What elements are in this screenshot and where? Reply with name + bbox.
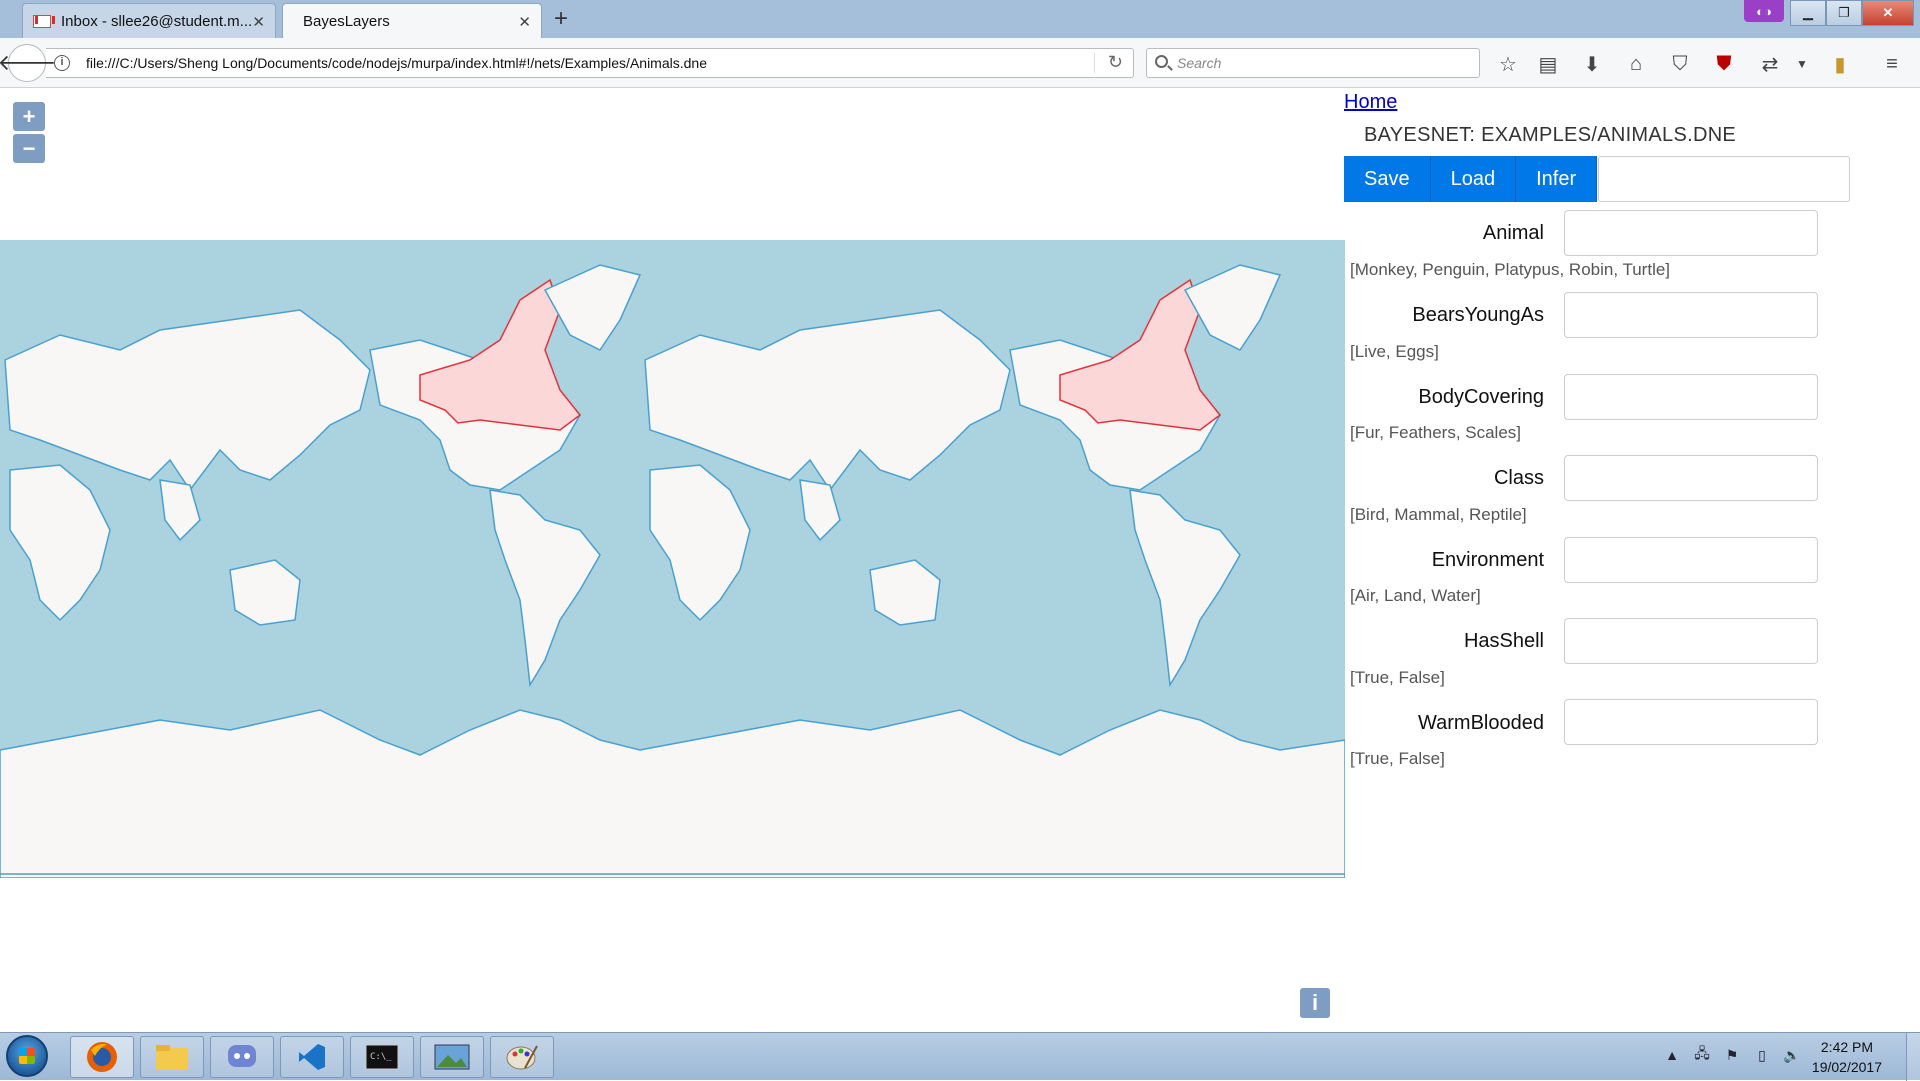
file-input[interactable]	[1598, 156, 1851, 202]
discord-icon[interactable]	[210, 1036, 274, 1078]
window-controls: ▁ ❐ ✕	[1790, 0, 1914, 26]
action-buttons: Save Load Infer	[1344, 156, 1851, 202]
clock-time: 2:42 PM	[1820, 1039, 1874, 1055]
paint-icon[interactable]	[490, 1036, 554, 1078]
page-content: + − i Home BAYESNET: EXAMPLES/ANIMALS.DN…	[0, 88, 1920, 1032]
bayesnet-panel: Home BAYESNET: EXAMPLES/ANIMALS.DNE Save…	[1344, 88, 1864, 888]
variable-input[interactable]	[1564, 699, 1818, 745]
variable-states: [Monkey, Penguin, Platypus, Robin, Turtl…	[1350, 260, 1671, 279]
vscode-icon[interactable]	[280, 1036, 344, 1078]
gmail-icon	[33, 14, 55, 28]
window-close-button[interactable]: ✕	[1862, 0, 1914, 26]
reload-icon[interactable]: ↻	[1108, 52, 1123, 73]
variable-input[interactable]	[1564, 537, 1818, 583]
search-icon	[1155, 55, 1168, 68]
minimize-button[interactable]: ▁	[1790, 0, 1826, 26]
variable-states: [True, False]	[1350, 668, 1445, 687]
variable-input[interactable]	[1564, 292, 1818, 338]
continents-copy-1	[4, 264, 642, 688]
battery-icon[interactable]: ▯	[1754, 1047, 1770, 1063]
zoom-in-button[interactable]: +	[13, 102, 45, 131]
chevron-down-icon[interactable]: ▼	[1790, 52, 1814, 76]
menu-icon[interactable]: ≡	[1880, 52, 1904, 76]
search-placeholder: Search	[1177, 55, 1222, 71]
continents-copy-2	[644, 264, 1282, 688]
url-divider	[1094, 53, 1095, 73]
tab-inbox[interactable]: Inbox - sllee26@student.m... ✕	[22, 3, 276, 38]
variable-states: [Live, Eggs]	[1350, 342, 1439, 361]
variable-label: BearsYoungAs	[1412, 304, 1544, 326]
variable-states: [True, False]	[1350, 749, 1445, 768]
save-button[interactable]: Save	[1344, 156, 1431, 202]
volume-icon[interactable]: 🔈	[1783, 1047, 1800, 1063]
tray-expand-icon[interactable]: ▲	[1664, 1047, 1680, 1063]
pocket-icon[interactable]: ⛉	[1668, 52, 1692, 76]
variable-label: BodyCovering	[1418, 386, 1544, 408]
download-icon[interactable]: ⬇	[1580, 52, 1604, 76]
map-svg	[0, 264, 1345, 878]
close-icon[interactable]: ✕	[518, 13, 531, 31]
tab-inbox-label: Inbox - sllee26@student.m...	[61, 12, 253, 30]
ublock-icon[interactable]: ⛊	[1712, 52, 1736, 76]
antarctica	[0, 709, 1345, 878]
system-clock[interactable]: 2:42 PM 19/02/2017	[1812, 1037, 1882, 1077]
back-button[interactable]: 🡐	[0, 44, 57, 82]
variable-states: [Air, Land, Water]	[1350, 586, 1481, 605]
map-info-button[interactable]: i	[1300, 988, 1330, 1018]
cmd-icon[interactable]: C:\_	[350, 1036, 414, 1078]
start-button[interactable]	[6, 1035, 48, 1077]
browser-nav-bar: i file:///C:/Users/Sheng Long/Documents/…	[0, 38, 1920, 88]
firefox-icon[interactable]	[70, 1036, 134, 1078]
extension-icon[interactable]: ▮	[1828, 52, 1852, 76]
variable-input[interactable]	[1564, 374, 1818, 420]
svg-text:C:\_: C:\_	[370, 1052, 392, 1062]
action-center-flag-icon[interactable]: ⚑	[1724, 1047, 1740, 1063]
bookmark-star-icon[interactable]: ☆	[1496, 52, 1520, 76]
variable-states: [Fur, Feathers, Scales]	[1350, 423, 1522, 442]
variable-label: Animal	[1482, 222, 1544, 244]
variable-label: HasShell	[1463, 630, 1544, 652]
home-link[interactable]: Home	[1344, 91, 1397, 114]
reading-list-icon[interactable]: ▤	[1536, 52, 1560, 76]
url-bar[interactable]: i file:///C:/Users/Sheng Long/Documents/…	[46, 48, 1134, 78]
show-desktop-button[interactable]	[1906, 1033, 1920, 1081]
variable-label: Environment	[1431, 549, 1544, 571]
url-text[interactable]: file:///C:/Users/Sheng Long/Documents/co…	[86, 55, 707, 71]
variable-input[interactable]	[1564, 618, 1818, 664]
tab-bayeslayers[interactable]: BayesLayers ✕	[282, 3, 542, 39]
variable-input[interactable]	[1564, 210, 1818, 256]
infer-button[interactable]: Infer	[1516, 156, 1598, 202]
clock-date: 19/02/2017	[1811, 1059, 1882, 1075]
variable-label: Class	[1493, 467, 1544, 489]
search-input[interactable]: Search	[1146, 48, 1480, 78]
photo-viewer-icon[interactable]	[420, 1036, 484, 1078]
private-mask-icon: ◐◑	[1744, 0, 1784, 22]
network-icon[interactable]: 🖧	[1694, 1045, 1710, 1063]
tab-bayeslayers-label: BayesLayers	[303, 13, 390, 30]
file-explorer-icon[interactable]	[140, 1036, 204, 1078]
sync-icon[interactable]: ⇄	[1758, 52, 1782, 76]
page-title: BAYESNET: EXAMPLES/ANIMALS.DNE	[1364, 124, 1737, 146]
zoom-out-button[interactable]: −	[13, 134, 45, 163]
close-icon[interactable]: ✕	[252, 13, 265, 31]
browser-tab-bar: Inbox - sllee26@student.m... ✕ BayesLaye…	[0, 0, 1920, 39]
home-icon[interactable]: ⌂	[1624, 52, 1648, 76]
world-map[interactable]	[0, 240, 1345, 878]
variable-input[interactable]	[1564, 455, 1818, 501]
new-tab-button[interactable]: +	[554, 5, 568, 33]
windows-taskbar: C:\_ ▲ 🖧 ⚑ ▯ 🔈 2:42 PM 19/02/2017	[0, 1032, 1920, 1081]
variable-states: [Bird, Mammal, Reptile]	[1350, 505, 1527, 524]
variable-label: WarmBlooded	[1418, 712, 1544, 734]
restore-button[interactable]: ❐	[1826, 0, 1862, 26]
load-button[interactable]: Load	[1430, 156, 1517, 202]
